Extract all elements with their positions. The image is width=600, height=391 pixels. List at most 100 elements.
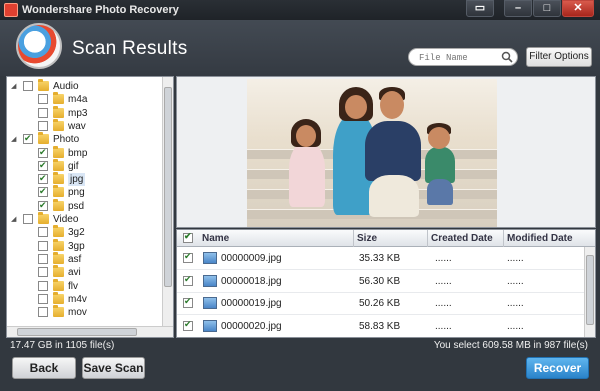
tree-item-checkbox[interactable] [38,293,48,304]
tree-item-checkbox[interactable] [38,240,48,251]
folder-icon [53,291,64,304]
image-preview-panel [176,76,596,228]
tree-item-mp3[interactable]: mp3 [7,105,157,120]
tree-item-3g2[interactable]: 3g2 [7,225,157,239]
cell-name: 00000009.jpg [221,253,282,264]
cell-size: 50.26 KB [359,298,401,309]
tree-item-checkbox[interactable] [38,199,48,212]
tree-item-checkbox[interactable] [38,146,48,159]
title-bar: Wondershare Photo Recovery ▭ – □ ✕ [0,0,600,20]
search-box[interactable] [408,48,518,66]
tree-item-gif[interactable]: gif [7,158,157,173]
tree-item-audio[interactable]: ◢ Audio [7,79,157,93]
expand-arrow-icon[interactable]: ◢ [11,133,19,146]
search-input[interactable] [419,51,499,64]
column-header-size[interactable]: Size [357,233,377,244]
tree-item-m4v[interactable]: m4v [7,291,157,306]
file-type-tree: ◢ Audio m4amp3wav ◢ Photobmpgifjpgpngpsd ◢ Vid… [6,76,174,338]
feedback-icon[interactable]: ▭ [466,0,494,17]
maximize-icon[interactable]: □ [533,0,561,17]
file-list-grid: Name Size Created Date Modified Date 000… [176,229,596,338]
tree-item-checkbox[interactable] [38,120,48,131]
tree-item-checkbox[interactable] [38,185,48,198]
folder-icon [53,158,64,171]
search-icon[interactable] [501,51,513,63]
tree-item-checkbox[interactable] [23,81,33,91]
tree-item-photo[interactable]: ◢ Photo [7,132,157,146]
tree-item-checkbox[interactable] [23,132,33,145]
cell-name: 00000020.jpg [221,320,282,332]
folder-icon [53,225,64,238]
tree-item-3gp[interactable]: 3gp [7,238,157,253]
folder-icon [53,92,64,105]
folder-icon [53,251,64,264]
tree-vertical-scrollbar[interactable] [162,77,173,337]
total-size-status: 17.47 GB in 1105 file(s) [10,340,115,351]
grid-vertical-scrollbar[interactable] [584,247,595,337]
select-all-checkbox[interactable] [183,231,193,243]
cell-modified: ...... [507,298,524,309]
tree-item-wav[interactable]: wav [7,118,157,133]
tree-item-label: flv [68,280,78,292]
tree-item-psd[interactable]: psd [7,198,157,213]
column-header-created-date[interactable]: Created Date [431,233,493,244]
expand-arrow-icon[interactable]: ◢ [11,80,19,93]
row-checkbox[interactable] [183,274,193,286]
minimize-icon[interactable]: – [504,0,532,17]
tree-item-png[interactable]: png [7,185,157,199]
column-header-name[interactable]: Name [202,233,229,244]
row-checkbox[interactable] [183,296,193,308]
folder-icon [53,305,64,318]
table-row[interactable]: 00000019.jpg 50.26 KB............ [177,293,585,315]
tree-item-label: png [68,187,85,199]
selected-size-status: You select 609.58 MB in 987 file(s) [433,340,588,351]
tree-item-checkbox[interactable] [38,280,48,291]
table-row[interactable]: 00000018.jpg 56.30 KB............ [177,271,585,293]
app-icon [4,3,18,17]
cell-modified: ...... [507,253,524,264]
cell-size: 35.33 KB [359,253,401,264]
tree-item-bmp[interactable]: bmp [7,145,157,160]
close-icon[interactable]: ✕ [562,0,594,17]
tree-item-jpg[interactable]: jpg [7,172,157,187]
tree-item-checkbox[interactable] [38,253,48,264]
cell-name: 00000019.jpg [221,298,282,309]
cell-name: 00000018.jpg [221,275,282,287]
folder-icon [53,172,64,185]
tree-item-label: psd [68,200,85,212]
save-scan-button[interactable]: Save Scan [82,357,145,379]
table-row[interactable]: 00000009.jpg 35.33 KB............ [177,248,585,270]
tree-item-label: 3gp [68,240,85,252]
tree-item-mov[interactable]: mov [7,305,157,319]
tree-item-checkbox[interactable] [38,107,48,118]
folder-icon [53,118,64,131]
tree-item-video[interactable]: ◢ Video [7,212,157,226]
tree-item-asf[interactable]: asf [7,251,157,266]
row-checkbox[interactable] [183,251,193,263]
tree-item-checkbox[interactable] [38,159,48,172]
tree-item-checkbox[interactable] [38,94,48,105]
table-row[interactable]: 00000020.jpg 58.83 KB............ [177,316,585,337]
back-button[interactable]: Back [12,357,76,379]
tree-item-m4a[interactable]: m4a [7,92,157,106]
jpg-file-icon [203,319,217,332]
tree-item-label: 3g2 [68,227,85,239]
tree-item-label: asf [68,253,82,265]
filter-options-button[interactable]: Filter Options [526,47,592,67]
jpg-file-icon [203,252,217,264]
grid-header: Name Size Created Date Modified Date [177,230,595,247]
column-header-modified-date[interactable]: Modified Date [507,233,573,244]
row-checkbox[interactable] [183,319,193,331]
tree-horizontal-scrollbar[interactable] [7,326,173,337]
tree-item-flv[interactable]: flv [7,278,157,293]
tree-item-checkbox[interactable] [38,307,48,318]
tree-item-checkbox[interactable] [38,172,48,185]
tree-item-checkbox[interactable] [38,267,48,278]
tree-item-label: bmp [68,147,88,159]
tree-item-checkbox[interactable] [38,227,48,238]
tree-item-label: m4v [68,293,87,305]
expand-arrow-icon[interactable]: ◢ [11,213,19,226]
tree-item-avi[interactable]: avi [7,265,157,279]
recover-button[interactable]: Recover [526,357,589,379]
tree-item-checkbox[interactable] [23,214,33,224]
